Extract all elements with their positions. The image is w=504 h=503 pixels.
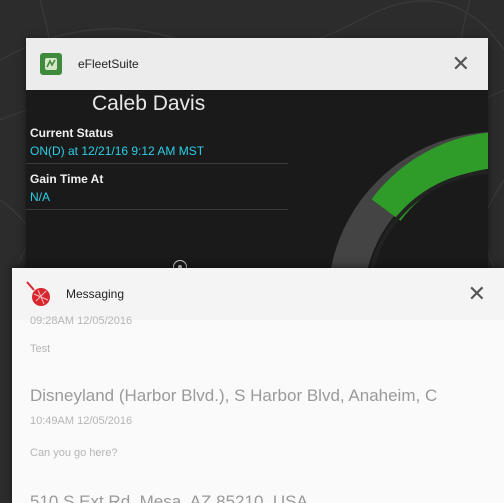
efleetsuite-card[interactable]: eFleetSuite ✕ Caleb Davis Current Status…: [26, 38, 488, 278]
messaging-card[interactable]: Messaging ✕ 09:28AM 12/05/2016 Test Disn…: [12, 268, 504, 503]
driver-name: Caleb Davis: [92, 92, 206, 115]
message-text: Test: [30, 343, 51, 355]
close-icon[interactable]: ✕: [468, 283, 486, 305]
efleetsuite-titlebar[interactable]: eFleetSuite ✕: [26, 38, 488, 90]
hours-gauge: [329, 132, 488, 278]
messaging-title: Messaging: [66, 287, 125, 301]
efleetsuite-content: Caleb Davis Current Status ON(D) at 12/2…: [26, 90, 488, 278]
close-icon[interactable]: ✕: [452, 53, 470, 75]
efleetsuite-app-icon: [40, 53, 62, 75]
messaging-titlebar[interactable]: Messaging ✕: [12, 268, 504, 320]
message-location: Disneyland (Harbor Blvd.), S Harbor Blvd…: [30, 386, 438, 405]
message-text: Can you go here?: [30, 447, 118, 459]
gain-time-value: N/A: [30, 190, 51, 204]
gain-time-label: Gain Time At: [30, 172, 104, 186]
message-time: 09:28AM 12/05/2016: [30, 315, 133, 327]
message-location: 510 S Ext Rd, Mesa, AZ 85210, USA: [30, 492, 308, 503]
messaging-app-icon: [26, 281, 50, 306]
current-status-label: Current Status: [30, 126, 114, 140]
message-list[interactable]: 09:28AM 12/05/2016 Test Disneyland (Harb…: [12, 315, 504, 503]
divider: [26, 209, 288, 210]
divider: [26, 163, 288, 164]
message-time: 10:49AM 12/05/2016: [30, 415, 133, 427]
efleetsuite-title: eFleetSuite: [78, 57, 139, 71]
current-status-value: ON(D) at 12/21/16 9:12 AM MST: [30, 144, 205, 158]
